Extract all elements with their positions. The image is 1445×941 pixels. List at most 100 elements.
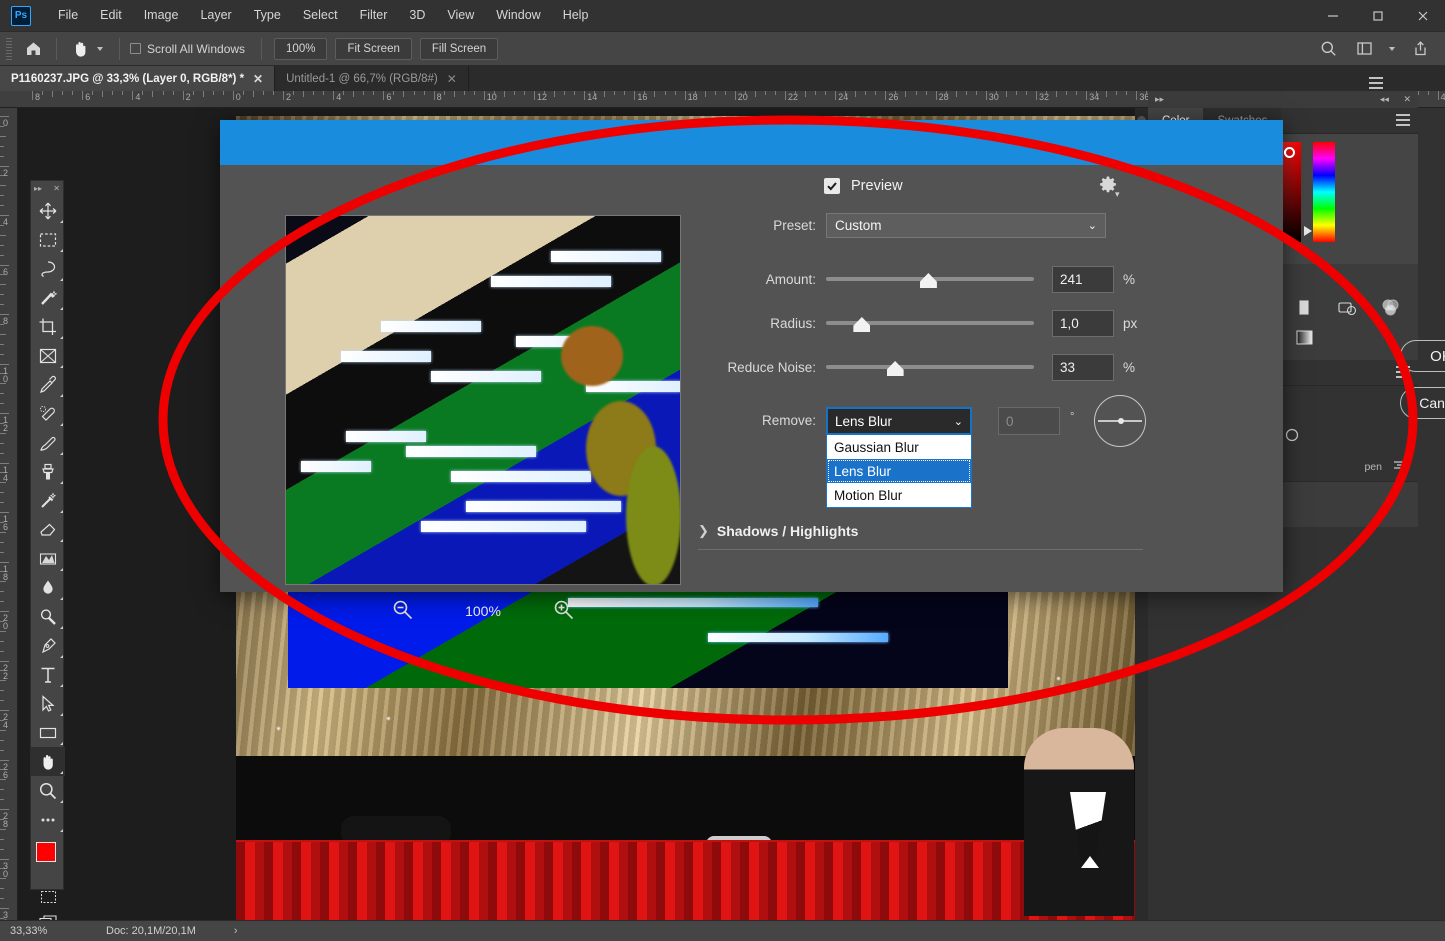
menu-item-file[interactable]: File [47,0,89,31]
blur-tool[interactable] [31,573,65,602]
dialog-preview-image[interactable] [285,215,681,585]
slider-handle[interactable] [886,361,904,376]
slider-value-input[interactable]: 241 [1052,265,1114,293]
shadows-highlights-section[interactable]: ❯ Shadows / Highlights [698,523,858,539]
zoom-tool[interactable] [31,776,65,805]
menu-item-type[interactable]: Type [243,0,292,31]
slider-handle[interactable] [853,317,871,332]
spot-healing-brush-tool[interactable] [31,399,65,428]
panel-menu-icon[interactable] [1396,114,1410,129]
menu-item-edit[interactable]: Edit [89,0,133,31]
color-selector-ring[interactable] [1284,147,1295,158]
quick-mask-icon[interactable] [31,884,65,910]
angle-dial-handle[interactable] [1118,418,1124,424]
home-icon[interactable] [16,36,50,62]
opacity-icon[interactable] [1284,427,1300,446]
rectangle-tool[interactable] [31,718,65,747]
eyedropper-tool[interactable] [31,370,65,399]
menu-item-filter[interactable]: Filter [349,0,399,31]
dialog-title-bar[interactable] [220,120,1283,165]
zoom-100-button[interactable]: 100% [274,37,328,60]
align-icon-1[interactable] [1393,460,1408,473]
move-tool[interactable] [31,196,65,225]
collapse-icon[interactable]: ▸▸ [34,184,42,193]
hue-slider-arrow-icon[interactable] [1304,226,1312,236]
search-icon[interactable] [1311,36,1345,62]
menu-item-view[interactable]: View [436,0,485,31]
ok-button[interactable]: OK [1400,340,1445,372]
angle-input[interactable]: 0 [998,407,1060,435]
pen-tool[interactable] [31,631,65,660]
remove-option-motion-blur[interactable]: Motion Blur [827,483,971,507]
tool-preset-chevron-down-icon[interactable] [97,46,103,51]
document-tab-1[interactable]: Untitled-1 @ 66,7% (RGB/8#) ✕ [275,66,469,91]
history-brush-tool[interactable] [31,486,65,515]
foreground-color-swatch[interactable] [36,842,56,862]
remove-option-lens-blur[interactable]: Lens Blur [827,459,971,483]
menu-item-layer[interactable]: Layer [189,0,242,31]
angle-dial[interactable] [1094,395,1146,447]
maximize-icon[interactable] [1355,0,1400,31]
chevron-down-icon[interactable] [1389,46,1395,51]
chevron-right-icon[interactable]: ❯ [698,523,709,539]
close-icon[interactable]: ✕ [253,72,263,86]
quick-selection-tool[interactable] [31,283,65,312]
close-icon[interactable]: ✕ [447,72,457,86]
status-expand-icon[interactable]: › [196,925,238,937]
menu-item-help[interactable]: Help [552,0,600,31]
hue-saturation-icon[interactable] [1371,294,1410,320]
clone-stamp-tool[interactable] [31,457,65,486]
slider-value-input[interactable]: 33 [1052,353,1114,381]
dock-header[interactable]: ▸▸ ◂◂ ✕ [1148,91,1418,108]
preset-select[interactable]: Custom ⌄ [826,213,1106,238]
vibrance-icon[interactable] [1328,294,1367,320]
color-swatches[interactable] [31,838,64,884]
type-tool[interactable] [31,660,65,689]
slider-track[interactable] [826,273,1034,288]
expand-icon[interactable]: ▸▸ [1155,94,1164,105]
menu-item-window[interactable]: Window [485,0,551,31]
share-icon[interactable] [1403,36,1437,62]
slider-track[interactable] [826,317,1034,332]
fill-screen-button[interactable]: Fill Screen [419,37,499,60]
workspace-icon[interactable] [1347,36,1381,62]
hue-strip[interactable] [1313,142,1335,242]
tools-panel-header[interactable]: ▸▸ ✕ [31,181,63,196]
slider-value-input[interactable]: 1,0 [1052,309,1114,337]
close-icon[interactable]: ✕ [1403,94,1411,104]
exposure-icon[interactable] [1285,294,1324,320]
more-tools[interactable] [31,805,65,834]
menu-item-select[interactable]: Select [292,0,349,31]
crop-tool[interactable] [31,312,65,341]
vertical-ruler[interactable]: 02468101214161820222426283032 [0,108,18,920]
minimize-icon[interactable] [1310,0,1355,31]
path-selection-tool[interactable] [31,689,65,718]
cancel-button[interactable]: Cancel [1400,387,1445,419]
menu-item-image[interactable]: Image [133,0,190,31]
frame-tool[interactable] [31,341,65,370]
document-tab-0[interactable]: P1160237.JPG @ 33,3% (Layer 0, RGB/8*) *… [0,66,276,91]
status-zoom-level[interactable]: 33,33% [0,925,92,937]
slider-track[interactable] [826,361,1034,376]
eraser-tool[interactable] [31,515,65,544]
fit-screen-button[interactable]: Fit Screen [335,37,412,60]
gradient-map-icon[interactable] [1285,324,1324,350]
zoom-in-icon[interactable] [553,599,574,623]
scroll-all-windows-checkbox[interactable]: Scroll All Windows [126,42,249,56]
menu-item-3d[interactable]: 3D [398,0,436,31]
options-bar-grip[interactable] [6,37,12,60]
remove-option-gaussian-blur[interactable]: Gaussian Blur [827,435,971,459]
panel-menu-icon[interactable] [1369,77,1383,92]
hand-tool[interactable] [31,747,65,776]
preview-checkbox[interactable] [824,178,840,194]
hand-tool-icon[interactable] [63,36,97,62]
brush-tool[interactable] [31,428,65,457]
lasso-tool[interactable] [31,254,65,283]
collapse-icon[interactable]: ◂◂ [1380,94,1389,104]
slider-handle[interactable] [919,273,937,288]
remove-select[interactable]: Lens Blur ⌄ [826,407,972,435]
gear-icon[interactable]: ▾ [1098,175,1120,199]
dodge-tool[interactable] [31,602,65,631]
gradient-tool[interactable] [31,544,65,573]
zoom-out-icon[interactable] [392,599,413,623]
